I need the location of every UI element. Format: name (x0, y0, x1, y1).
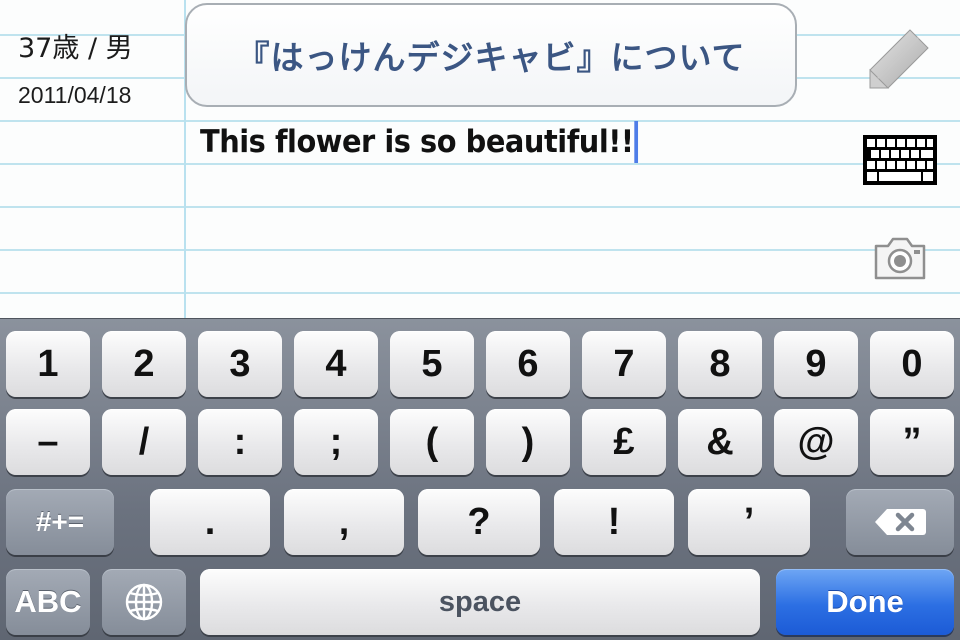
key-close-paren[interactable]: ) (486, 409, 570, 475)
key-2[interactable]: 2 (102, 331, 186, 397)
key-apostrophe[interactable]: ’ (688, 489, 810, 555)
key-pound[interactable]: £ (582, 409, 666, 475)
key-5[interactable]: 5 (390, 331, 474, 397)
keyboard-icon[interactable] (862, 134, 938, 186)
note-area: 37歳 / 男 2011/04/18 『はっけんデジキャビ』について This … (0, 0, 960, 318)
keyboard: 1 2 3 4 5 6 7 8 9 0 – / : ; ( ) £ & @ ” … (0, 318, 960, 640)
camera-icon[interactable] (872, 234, 928, 282)
key-exclamation[interactable]: ! (554, 489, 674, 555)
space-key[interactable]: space (200, 569, 760, 635)
text-cursor (634, 121, 639, 163)
globe-icon (125, 583, 163, 621)
backspace-key[interactable] (846, 489, 954, 555)
entry-date: 2011/04/18 (18, 82, 132, 108)
key-comma[interactable]: , (284, 489, 404, 555)
key-9[interactable]: 9 (774, 331, 858, 397)
key-question[interactable]: ? (418, 489, 540, 555)
about-app-button[interactable]: 『はっけんデジキャビ』について (185, 3, 797, 107)
key-1[interactable]: 1 (6, 331, 90, 397)
key-quote[interactable]: ” (870, 409, 954, 475)
key-dash[interactable]: – (6, 409, 90, 475)
key-8[interactable]: 8 (678, 331, 762, 397)
note-text-field[interactable]: This flower is so beautiful!! (200, 120, 639, 164)
key-7[interactable]: 7 (582, 331, 666, 397)
key-0[interactable]: 0 (870, 331, 954, 397)
pencil-icon[interactable] (866, 26, 932, 92)
note-text-content: This flower is so beautiful!! (200, 124, 634, 160)
about-app-button-label: 『はっけんデジキャビ』について (236, 38, 746, 77)
abc-toggle-key[interactable]: ABC (6, 569, 90, 635)
key-period[interactable]: . (150, 489, 270, 555)
key-slash[interactable]: / (102, 409, 186, 475)
backspace-icon (875, 509, 926, 535)
key-ampersand[interactable]: & (678, 409, 762, 475)
key-4[interactable]: 4 (294, 331, 378, 397)
key-colon[interactable]: : (198, 409, 282, 475)
globe-key[interactable] (102, 569, 186, 635)
key-3[interactable]: 3 (198, 331, 282, 397)
key-at[interactable]: @ (774, 409, 858, 475)
key-open-paren[interactable]: ( (390, 409, 474, 475)
key-6[interactable]: 6 (486, 331, 570, 397)
age-gender-label: 37歳 / 男 (18, 33, 133, 64)
done-key[interactable]: Done (776, 569, 954, 635)
key-semicolon[interactable]: ; (294, 409, 378, 475)
symbols-toggle-key[interactable]: #+= (6, 489, 114, 555)
